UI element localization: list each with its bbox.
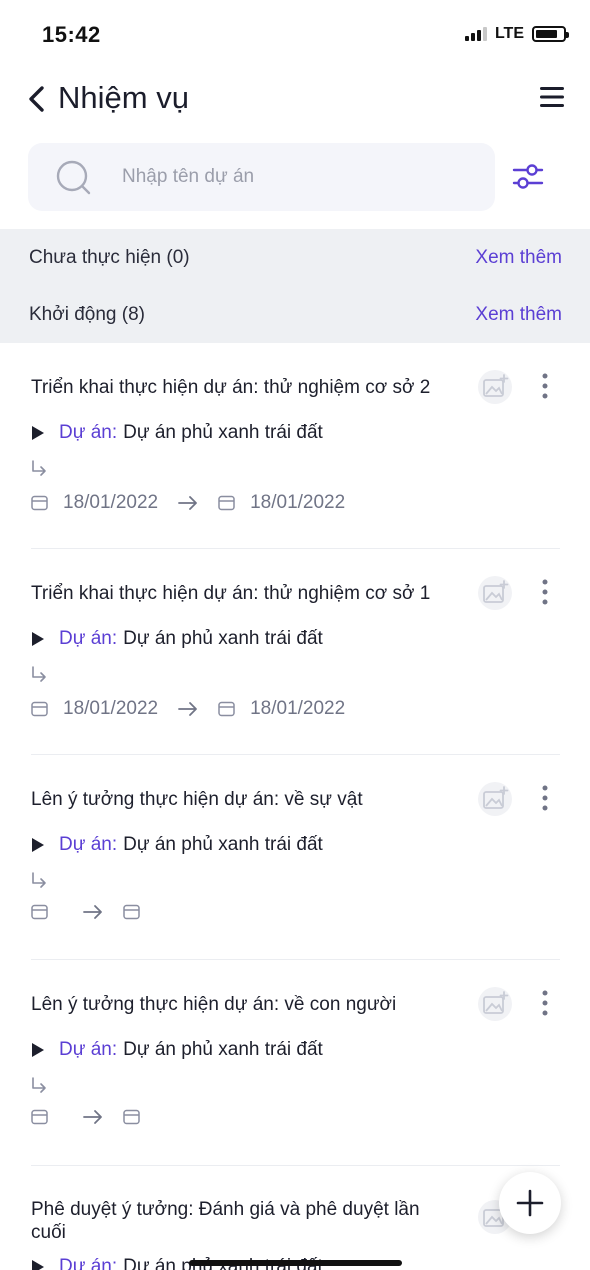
see-more-link[interactable]: Xem thêm — [475, 304, 562, 326]
task-title: Phê duyệt ý tưởng: Đánh giá và phê duyệt… — [31, 1199, 420, 1243]
task-title: Triển khai thực hiện dự án: thử nghiệm c… — [31, 583, 431, 604]
status-bar: 15:42 LTE — [0, 0, 590, 70]
divider — [31, 548, 560, 549]
status-time: 15:42 — [42, 22, 101, 47]
filter-icon[interactable] — [511, 160, 545, 194]
project-row: Dự án: Dự án phủ xanh trái đất — [31, 834, 323, 856]
menu-icon[interactable] — [540, 86, 564, 108]
calendar-icon — [123, 1109, 140, 1125]
back-icon[interactable] — [26, 84, 48, 114]
add-image-icon[interactable] — [478, 782, 512, 816]
project-key: Dự án: — [59, 1039, 118, 1060]
subtask-icon — [32, 460, 46, 476]
end-date: 18/01/2022 — [250, 492, 346, 513]
calendar-icon — [123, 904, 140, 920]
calendar-icon — [31, 701, 48, 717]
task-title: Lên ý tưởng thực hiện dự án: về con ngườ… — [31, 994, 397, 1015]
group-started: Khởi động (8) Xem thêm — [0, 286, 590, 343]
add-task-button[interactable] — [499, 1172, 561, 1234]
project-name: Dự án phủ xanh trái đất — [123, 834, 323, 855]
project-row: Dự án: Dự án phủ xanh trái đất — [31, 1039, 323, 1061]
date-row — [31, 904, 155, 920]
arrow-right-icon — [178, 702, 197, 716]
start-date: 18/01/2022 — [63, 492, 159, 513]
project-key: Dự án: — [59, 422, 118, 443]
project-key: Dự án: — [59, 1256, 118, 1270]
add-image-icon[interactable] — [478, 576, 512, 610]
network-label: LTE — [494, 25, 524, 42]
end-date: 18/01/2022 — [250, 698, 346, 719]
see-more-link[interactable]: Xem thêm — [475, 247, 562, 269]
group-label: Chưa thực hiện (0) — [29, 247, 190, 268]
status-indicators: LTE — [464, 25, 569, 43]
project-key: Dự án: — [59, 628, 118, 649]
play-icon — [32, 1260, 44, 1270]
date-row — [31, 1109, 155, 1125]
subtask-icon — [32, 872, 46, 888]
add-image-icon[interactable] — [478, 370, 512, 404]
project-key: Dự án: — [59, 834, 118, 855]
start-date: 18/01/2022 — [63, 698, 159, 719]
divider — [31, 959, 560, 960]
date-row: 18/01/2022 18/01/2022 — [31, 698, 345, 720]
play-icon — [32, 1043, 44, 1057]
search-icon — [56, 160, 91, 195]
more-vertical-icon[interactable] — [540, 989, 550, 1017]
play-icon — [32, 632, 44, 646]
more-vertical-icon[interactable] — [540, 578, 550, 606]
divider — [31, 1165, 560, 1166]
project-row: Dự án: Dự án phủ xanh trái đất — [31, 422, 323, 444]
add-image-icon[interactable] — [478, 987, 512, 1021]
subtask-icon — [32, 666, 46, 682]
signal-icon — [464, 27, 487, 41]
date-row: 18/01/2022 18/01/2022 — [31, 492, 345, 514]
more-vertical-icon[interactable] — [540, 784, 550, 812]
page-title: Nhiệm vụ — [58, 80, 189, 115]
project-name: Dự án phủ xanh trái đất — [123, 1039, 323, 1060]
more-vertical-icon[interactable] — [540, 372, 550, 400]
calendar-icon — [31, 1109, 48, 1125]
task-title: Lên ý tưởng thực hiện dự án: về sự vật — [31, 789, 363, 810]
arrow-right-icon — [178, 496, 197, 510]
group-not-started: Chưa thực hiện (0) Xem thêm — [0, 229, 590, 286]
calendar-icon — [31, 904, 48, 920]
play-icon — [32, 838, 44, 852]
subtask-icon — [32, 1077, 46, 1093]
plus-icon — [516, 1189, 544, 1217]
task-title: Triển khai thực hiện dự án: thử nghiệm c… — [31, 377, 431, 398]
calendar-icon — [218, 701, 235, 717]
search-input[interactable] — [122, 143, 482, 211]
project-name: Dự án phủ xanh trái đất — [123, 628, 323, 649]
arrow-right-icon — [83, 905, 102, 919]
nav-bar: Nhiệm vụ — [0, 76, 590, 122]
calendar-icon — [218, 495, 235, 511]
group-label: Khởi động (8) — [29, 304, 145, 325]
home-indicator — [189, 1260, 402, 1266]
search-bar — [28, 143, 495, 211]
project-name: Dự án phủ xanh trái đất — [123, 422, 323, 443]
calendar-icon — [31, 495, 48, 511]
project-row: Dự án: Dự án phủ xanh trái đất — [31, 628, 323, 650]
arrow-right-icon — [83, 1110, 102, 1124]
divider — [31, 754, 560, 755]
play-icon — [32, 426, 44, 440]
battery-icon — [532, 26, 569, 42]
